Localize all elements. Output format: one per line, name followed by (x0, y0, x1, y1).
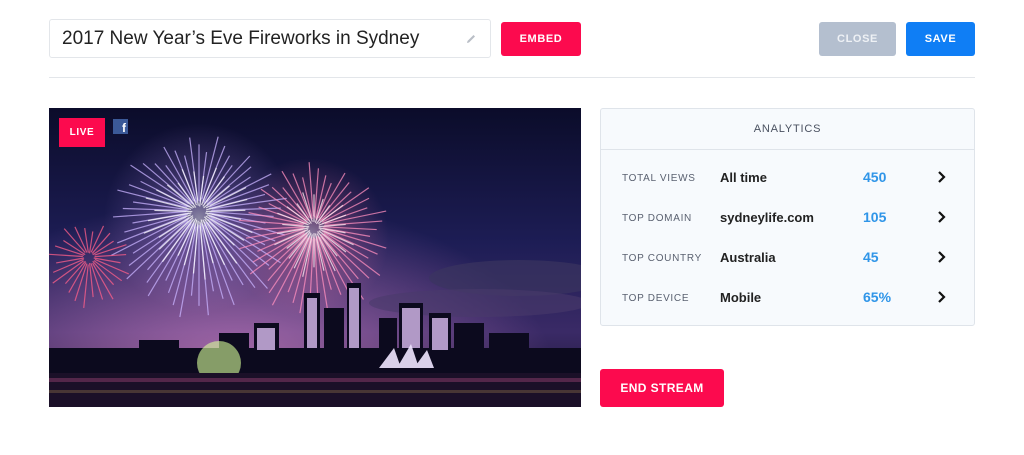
pencil-icon[interactable] (464, 32, 478, 46)
fireworks-image (49, 108, 581, 407)
row-value: sydneylife.com (720, 210, 814, 225)
row-label: TOP COUNTRY (622, 253, 702, 264)
row-number: 450 (863, 169, 887, 185)
analytics-row-total-views[interactable]: TOTAL VIEWS All time 450 (601, 156, 974, 196)
live-badge: LIVE (59, 118, 105, 147)
row-number: 45 (863, 249, 879, 265)
row-label: TOP DOMAIN (622, 213, 692, 224)
analytics-panel: ANALYTICS TOTAL VIEWS All time 450 TOP D… (600, 108, 975, 326)
chevron-right-icon[interactable] (936, 210, 948, 224)
chevron-right-icon[interactable] (936, 170, 948, 184)
chevron-right-icon[interactable] (936, 290, 948, 304)
analytics-row-top-country[interactable]: TOP COUNTRY Australia 45 (601, 236, 974, 276)
facebook-icon[interactable]: f (113, 119, 128, 134)
save-button[interactable]: SAVE (906, 22, 975, 56)
video-player[interactable]: LIVE f (49, 108, 581, 407)
row-number: 65% (863, 289, 892, 305)
row-value: Australia (720, 250, 776, 265)
analytics-row-top-device[interactable]: TOP DEVICE Mobile 65% (601, 276, 974, 316)
chevron-right-icon[interactable] (936, 250, 948, 264)
row-label: TOTAL VIEWS (622, 173, 696, 184)
title-field[interactable] (49, 19, 491, 58)
row-value: Mobile (720, 290, 762, 305)
row-number: 105 (863, 209, 887, 225)
row-label: TOP DEVICE (622, 293, 690, 304)
embed-button[interactable]: EMBED (501, 22, 581, 56)
analytics-title: ANALYTICS (601, 109, 974, 150)
header-divider (49, 77, 975, 78)
close-button[interactable]: CLOSE (819, 22, 896, 56)
row-value: All time (720, 170, 767, 185)
title-input[interactable] (62, 20, 464, 57)
analytics-row-top-domain[interactable]: TOP DOMAIN sydneylife.com 105 (601, 196, 974, 236)
end-stream-button[interactable]: END STREAM (600, 369, 724, 407)
